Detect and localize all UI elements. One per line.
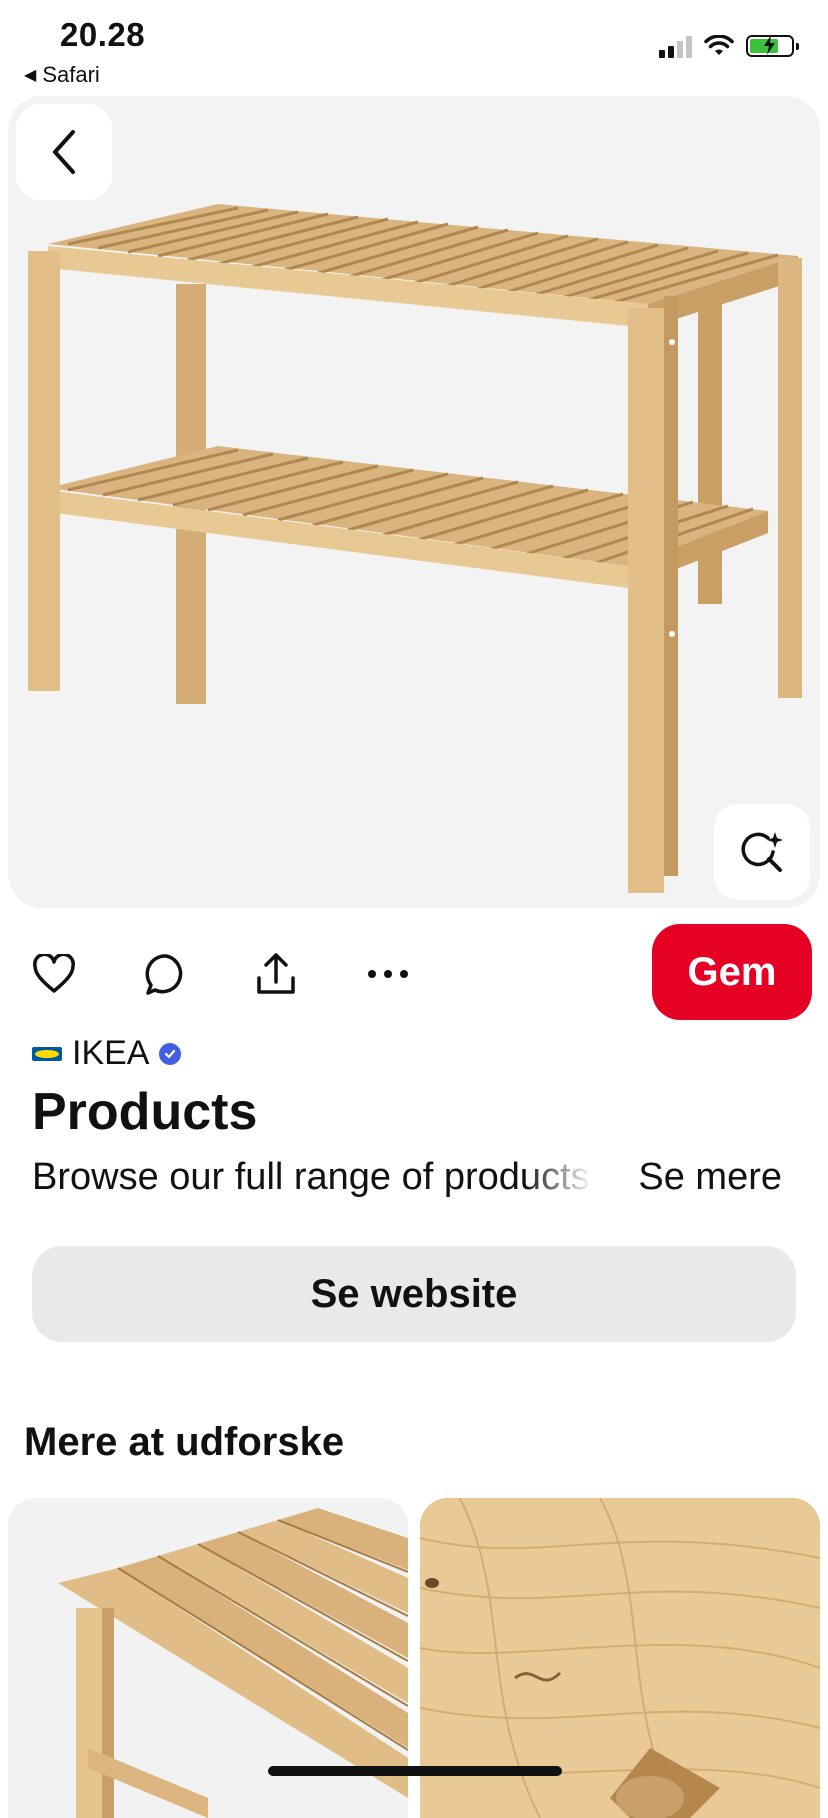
visual-search-button[interactable]: [714, 804, 810, 900]
share-icon[interactable]: [250, 948, 302, 1000]
heart-icon[interactable]: [28, 948, 80, 1000]
pin-description: Browse our full range of products: [32, 1156, 590, 1198]
comment-icon[interactable]: [140, 948, 192, 1000]
chevron-left-icon: [53, 130, 75, 174]
back-triangle-icon: ◀: [24, 67, 37, 84]
brand-name: IKEA: [72, 1034, 150, 1072]
ikea-logo-icon: [32, 1046, 62, 1061]
action-bar: Gem: [24, 924, 812, 1020]
brand-row[interactable]: IKEA: [32, 1034, 182, 1073]
battery-charging-icon: [746, 35, 799, 57]
wifi-icon: [704, 35, 734, 55]
visit-website-button[interactable]: Se website: [32, 1246, 796, 1342]
lens-sparkle-icon: [741, 832, 783, 872]
home-indicator[interactable]: [268, 1766, 562, 1776]
back-to-app[interactable]: ◀ Safari: [24, 62, 100, 88]
bench-image: [28, 204, 802, 893]
back-button[interactable]: [16, 104, 112, 200]
see-more-link[interactable]: Se mere: [638, 1156, 782, 1199]
pin-title: Products: [32, 1083, 258, 1141]
status-time: 20.28: [60, 16, 146, 53]
save-button[interactable]: Gem: [652, 924, 812, 1020]
pin-image[interactable]: [8, 96, 820, 908]
description-row: Browse our full range of products Se mer…: [32, 1156, 798, 1206]
status-icons: [659, 34, 799, 58]
back-app-label: Safari: [42, 62, 100, 87]
verified-badge-icon: [159, 1042, 182, 1065]
signal-icon: [659, 34, 692, 58]
explore-section-title: Mere at udforske: [24, 1420, 345, 1464]
more-icon[interactable]: [362, 948, 414, 1000]
